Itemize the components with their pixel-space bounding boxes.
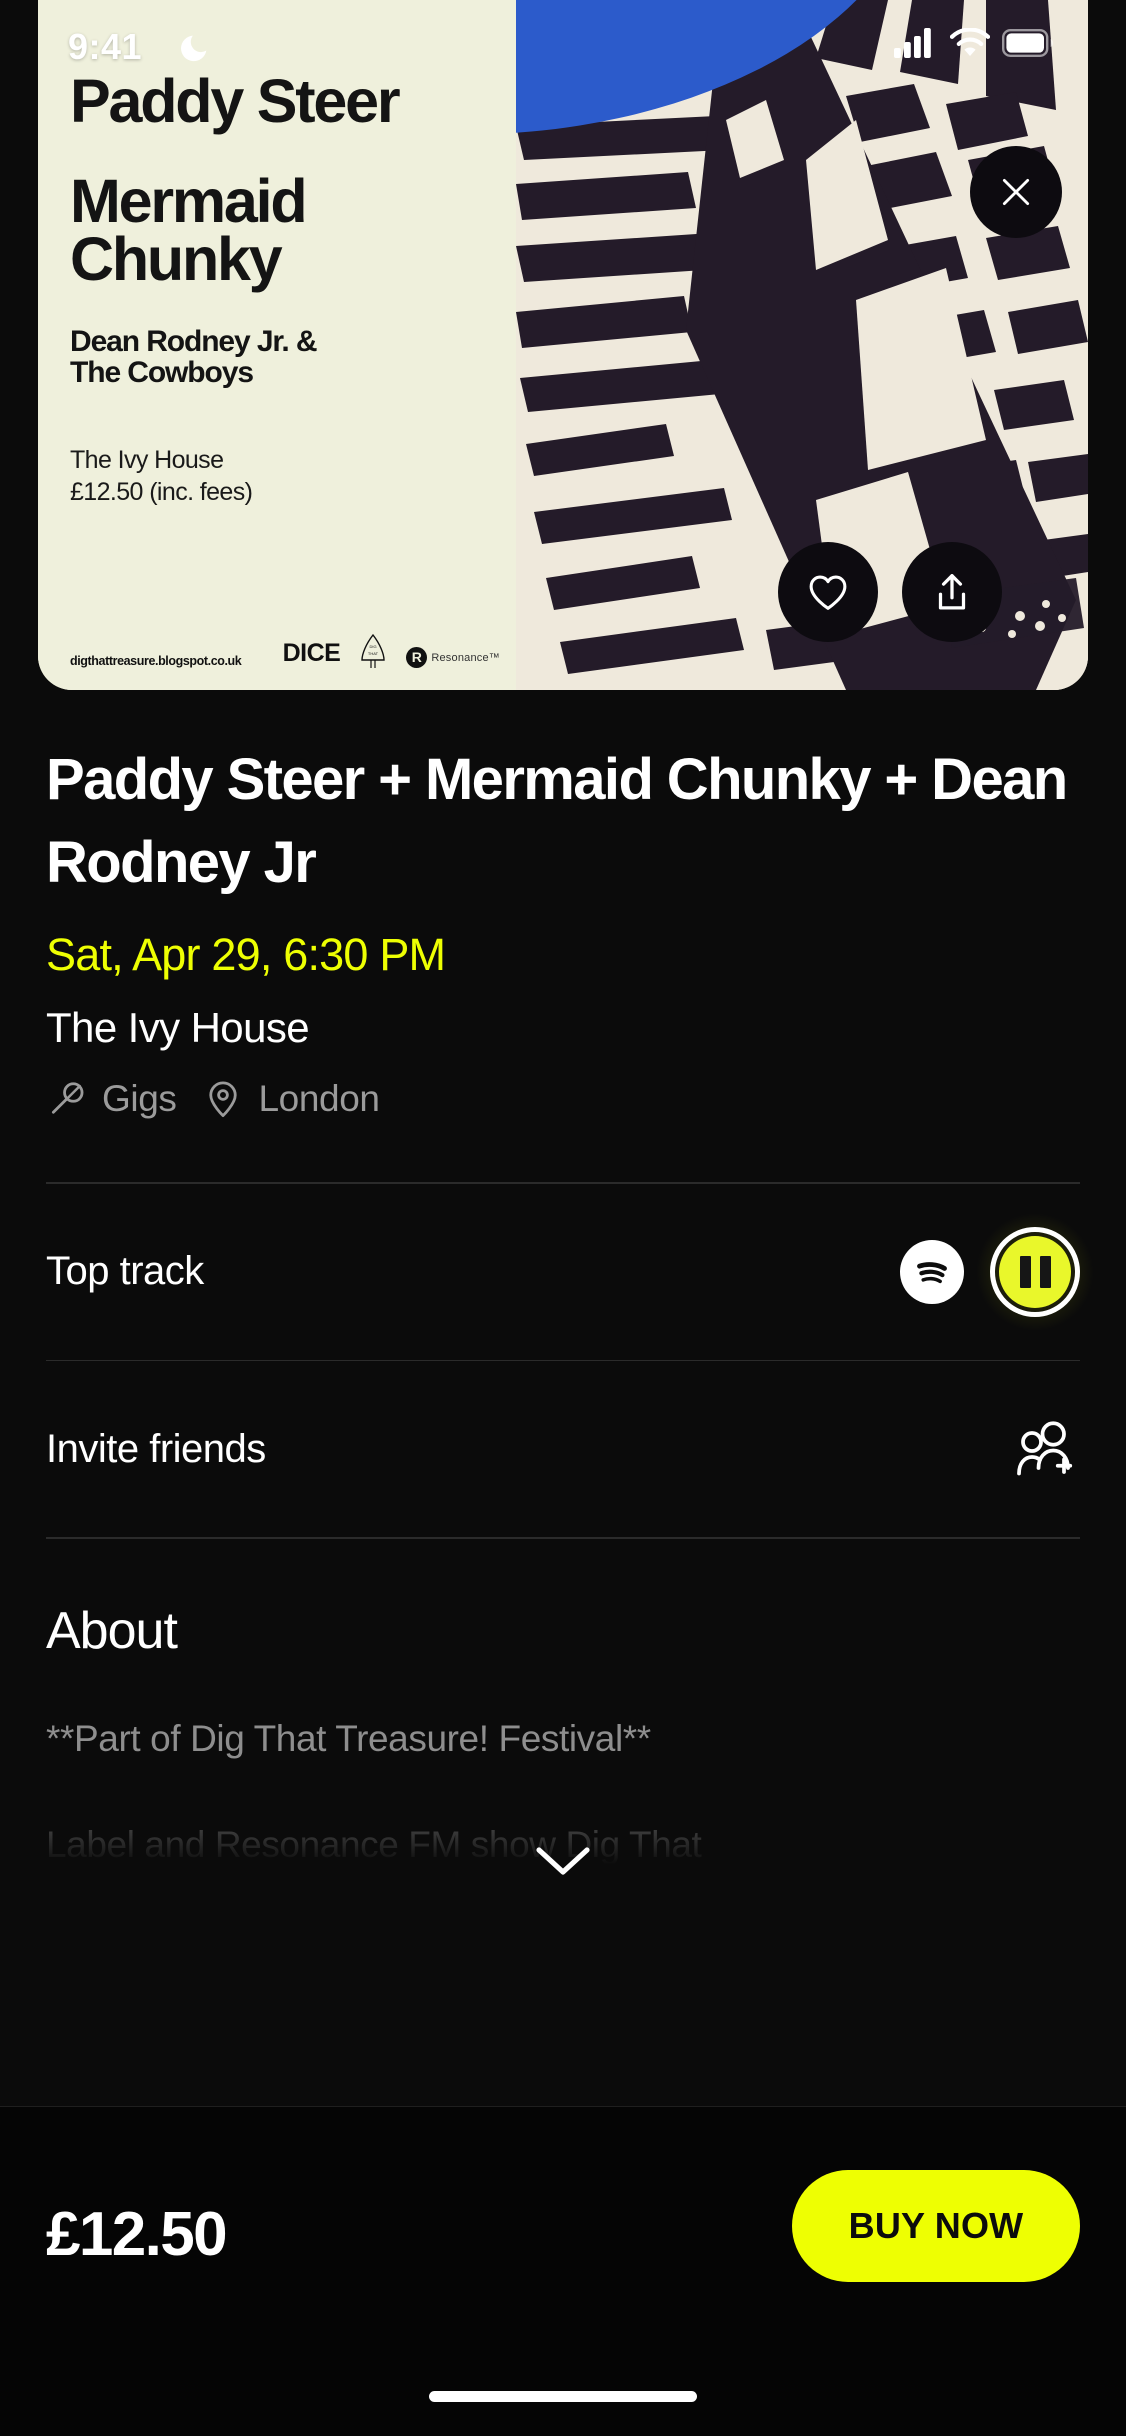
event-tag-location-label: London [258, 1078, 380, 1119]
event-tag-location[interactable]: London [202, 1078, 380, 1120]
poster-headline-3a: Dean Rodney Jr. & [70, 325, 317, 358]
poster-headline-2: Mermaid Chunky [70, 167, 516, 293]
invite-friends-row[interactable]: Invite friends [0, 1361, 1126, 1537]
ticket-price: £12.50 [46, 2200, 228, 2269]
poster-headline-2b: Chunky [70, 225, 283, 293]
add-people-icon [1017, 1421, 1073, 1476]
poster-venue: The Ivy House [70, 446, 224, 474]
event-details: Paddy Steer + Mermaid Chunky + Dean Rodn… [0, 690, 1126, 1891]
spotify-button[interactable] [900, 1239, 964, 1304]
share-icon [938, 574, 966, 610]
poster-headline-3b: The Cowboys [70, 356, 254, 389]
poster-headline-3: Dean Rodney Jr. & The Cowboys [70, 326, 516, 388]
poster-venue-block: The Ivy House £12.50 (inc. fees) [70, 444, 516, 508]
top-track-label: Top track [46, 1249, 204, 1293]
svg-text:DIG: DIG [370, 644, 377, 649]
event-tag-gigs-label: Gigs [102, 1078, 177, 1119]
chevron-down-icon[interactable] [535, 1845, 591, 1879]
svg-text:THAT: THAT [368, 651, 379, 656]
pause-bar-left [1019, 1255, 1031, 1288]
pause-icon [999, 1235, 1071, 1308]
buy-now-button[interactable]: BUY NOW [792, 2170, 1080, 2282]
favourite-button[interactable] [778, 542, 878, 642]
invite-friends-label: Invite friends [46, 1426, 266, 1471]
about-section: About **Part of Dig That Treasure! Festi… [0, 1539, 1126, 1891]
poster-footer-url: digthattreasure.blogspot.co.uk [70, 654, 242, 668]
close-button[interactable] [970, 146, 1062, 238]
resonance-label: Resonance™ [431, 651, 500, 664]
pause-bar-right [1039, 1255, 1051, 1288]
poster-headline-2a: Mermaid [70, 167, 308, 235]
event-header: Paddy Steer + Mermaid Chunky + Dean Rodn… [0, 690, 1126, 1120]
home-indicator[interactable] [429, 2391, 697, 2402]
about-paragraph-1: **Part of Dig That Treasure! Festival** [46, 1717, 651, 1759]
about-heading: About [46, 1601, 178, 1660]
event-tag-row: Gigs London [46, 1078, 1080, 1120]
top-track-controls [900, 1210, 1096, 1333]
event-date: Sat, Apr 29, 6:30 PM [46, 929, 446, 980]
poster-price: £12.50 (inc. fees) [70, 478, 253, 506]
buy-now-label: BUY NOW [848, 2205, 1024, 2246]
poster-text-panel: Paddy Steer Mermaid Chunky Dean Rodney J… [38, 0, 516, 690]
poster-logo-row: digthattreasure.blogspot.co.uk DICE DIG … [70, 634, 500, 668]
play-pause-button[interactable] [974, 1210, 1096, 1333]
poster-headline-1: Paddy Steer [70, 67, 401, 135]
location-pin-icon [209, 1081, 238, 1118]
share-button[interactable] [902, 542, 1002, 642]
resonance-logo: R Resonance™ [406, 647, 500, 668]
page-title: Paddy Steer + Mermaid Chunky + Dean Rodn… [46, 747, 1068, 895]
phone-screen: Paddy Steer Mermaid Chunky Dean Rodney J… [0, 0, 1126, 2436]
top-track-row[interactable]: Top track [0, 1184, 1126, 1360]
microphone-icon [51, 1082, 84, 1114]
heart-icon [809, 575, 847, 610]
event-poster-hero[interactable]: Paddy Steer Mermaid Chunky Dean Rodney J… [38, 0, 1088, 690]
event-tag-gigs[interactable]: Gigs [46, 1078, 177, 1120]
purchase-bar: £12.50 BUY NOW [0, 2106, 1126, 2436]
close-icon [1002, 178, 1030, 206]
event-venue: The Ivy House [46, 1004, 310, 1051]
spotify-icon [907, 1246, 957, 1297]
tree-icon: DIG THAT [361, 634, 386, 668]
resonance-mark: R [406, 647, 428, 668]
dice-logo: DICE [282, 639, 341, 667]
